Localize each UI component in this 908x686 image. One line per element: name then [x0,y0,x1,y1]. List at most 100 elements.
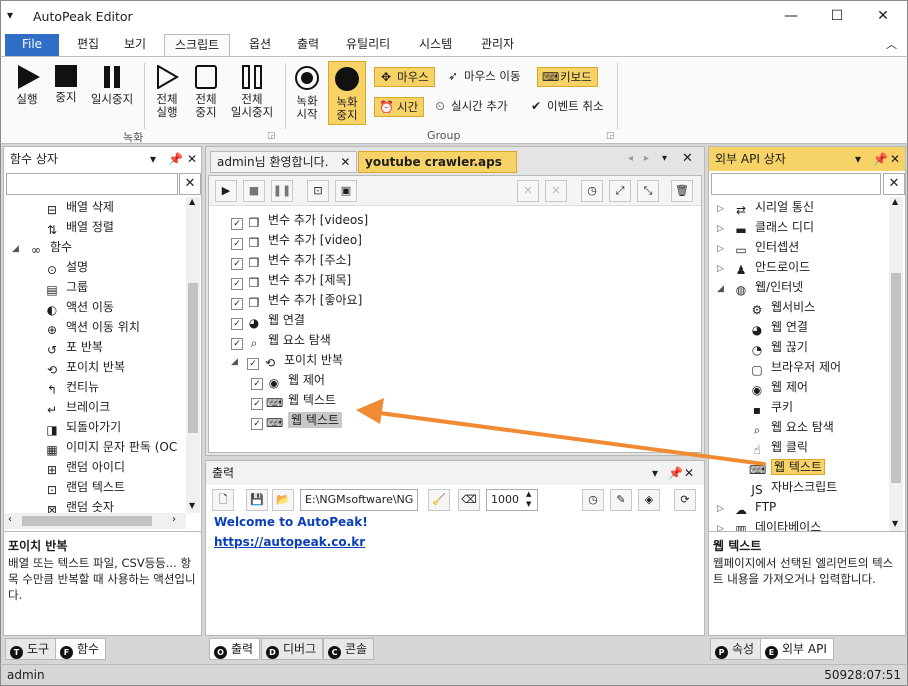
checkbox[interactable]: ✓ [231,218,243,230]
function-item[interactable]: ◨ 되돌아가기 [44,417,121,437]
api-item[interactable]: ⚙ 웹서비스 [749,297,816,317]
expander-icon[interactable]: ▷ [717,199,727,219]
checkbox[interactable]: ✓ [247,358,259,370]
clock-icon[interactable]: ◷ [582,489,604,511]
stop-all-button[interactable]: 전체 중지 [189,65,223,119]
mouse-chip[interactable]: ✥ 마우스 [374,67,435,87]
fill-icon[interactable]: ◈ [638,489,660,511]
tab-tools[interactable]: T 도구 [5,638,57,660]
stepper-arrows-icon[interactable]: ▲ ▼ [526,489,531,509]
script-step[interactable]: ✓ ⌨ 웹 텍스트 [251,390,336,410]
vertical-scrollbar[interactable]: ▲ ▼ [186,197,200,513]
script-step[interactable]: ✓ ❒ 변수 추가 [video] [231,230,362,250]
refresh-icon[interactable]: ⟳ [674,489,696,511]
horizontal-scrollbar[interactable]: ‹ › [4,513,186,529]
new-log-button[interactable]: 🗋 [212,489,234,511]
tab-debug[interactable]: D 디버그 [261,638,324,660]
tab-console[interactable]: C 콘솔 [323,638,375,660]
close-icon[interactable]: ✕ [684,461,694,485]
output-link[interactable]: https://autopeak.co.kr [214,535,365,549]
api-item[interactable]: ▷ ▬ 클래스 디디 [717,217,814,237]
function-item[interactable]: ↰ 컨티뉴 [44,377,99,397]
script-step[interactable]: ✓ ❒ 변수 추가 [좋아요] [231,290,362,310]
clean-icon[interactable]: 🧹 [428,489,450,511]
checkbox[interactable]: ✓ [231,278,243,290]
close-icon[interactable]: ✕ [890,147,900,171]
api-item[interactable]: JS 자바스크립트 [749,477,837,497]
pin-icon[interactable]: 📌 [873,147,888,171]
dropdown-icon[interactable]: ▾ [652,461,658,485]
stop-button[interactable]: 중지 [49,65,83,104]
checkbox[interactable]: ✓ [231,238,243,250]
scroll-tabs-left-icon[interactable]: ◂ [628,153,633,164]
chevron-up-icon[interactable]: ︿ [886,36,897,52]
close-icon[interactable]: ✕ [340,155,350,169]
function-item[interactable]: ▦ 이미지 문자 판독 (OC [44,437,177,457]
function-item[interactable]: ↵ 브레이크 [44,397,110,417]
function-item[interactable]: ⊠ 랜덤 숫자 [44,497,114,513]
function-item[interactable]: ↺ 포 반복 [44,337,103,357]
eraser-icon[interactable]: ⌫ [458,489,480,511]
function-item[interactable]: ⊡ 랜덤 텍스트 [44,477,125,497]
function-item[interactable]: ⊕ 액션 이동 위치 [44,317,140,337]
expand-icon[interactable]: ⤢ [609,180,631,202]
api-item[interactable]: ◔ 웹 끊기 [749,337,808,357]
dropdown-icon[interactable]: ▾ [855,147,861,171]
expander-icon[interactable]: ▷ [717,259,727,279]
dropdown-icon[interactable]: ▾ [150,147,156,171]
expander-icon[interactable]: ▷ [717,519,727,531]
disabled-button[interactable]: ✕ [545,180,567,202]
function-item[interactable]: ⊞ 랜덤 아이디 [44,457,125,477]
tab-output-log[interactable]: O 출력 [209,638,261,660]
script-step[interactable]: ✓ ⌕ 웹 요소 탐색 [231,330,331,350]
run-script-button[interactable]: ▶ [215,180,237,202]
function-item[interactable]: ⊟ 배열 삭제 [44,197,114,217]
step-run-button[interactable]: ⊡ [307,180,329,202]
script-step[interactable]: ✓ ◉ 웹 제어 [251,370,325,390]
brush-icon[interactable]: ✎ [610,489,632,511]
tab-edit[interactable]: 편집 [67,34,109,56]
tab-functions[interactable]: F 함수 [55,638,107,660]
close-icon[interactable]: ✕ [187,147,197,171]
close-icon[interactable]: ✕ [682,151,693,166]
script-step[interactable]: ✓ ❒ 변수 추가 [제목] [231,270,351,290]
tab-options[interactable]: 옵션 [239,34,281,56]
function-search-input[interactable] [6,173,178,195]
tab-script[interactable]: 스크립트 [164,34,231,56]
save-button[interactable]: 💾 [246,489,268,511]
pause-script-button[interactable]: ❚❚ [271,180,293,202]
api-item[interactable]: ⌨ 웹 텍스트 [749,457,825,477]
api-item[interactable]: ▢ 브라우저 제어 [749,357,841,377]
maximize-button[interactable]: ☐ [817,5,857,29]
tab-system[interactable]: 시스템 [409,34,462,56]
tab-properties[interactable]: P 속성 [710,638,762,660]
stop-script-button[interactable]: ■ [243,180,265,202]
scroll-right-icon[interactable]: › [172,514,176,525]
run-button[interactable]: 실행 [9,65,45,106]
api-item[interactable]: ▷ ☁ FTP [717,497,776,517]
time-chip[interactable]: ⏰ 시간 [374,97,425,117]
api-item[interactable]: ▷ ⇄ 시리얼 통신 [717,197,814,217]
tab-youtube-crawler[interactable]: youtube crawler.aps [358,151,517,173]
scroll-thumb[interactable] [22,516,152,526]
script-step[interactable]: ✓ ◕ 웹 연결 [231,310,305,330]
open-folder-button[interactable]: 📂 [272,489,294,511]
pin-icon[interactable]: 📌 [668,461,683,485]
mouse-move-chip[interactable]: ➶ 마우스 이동 [442,67,526,87]
checkbox[interactable]: ✓ [251,418,263,430]
window-menu-icon[interactable]: ▾ [7,8,13,22]
tab-external-api[interactable]: E 외부 API [760,638,834,660]
scroll-down-icon[interactable]: ▼ [189,501,195,510]
run-all-button[interactable]: 전체 실행 [149,65,185,119]
scroll-up-icon[interactable]: ▲ [189,197,195,206]
scroll-down-icon[interactable]: ▼ [892,519,898,528]
tab-list-icon[interactable]: ▾ [662,153,667,164]
pause-button[interactable]: 일시중지 [87,65,137,106]
record-stop-button[interactable]: 녹화 중지 [328,61,366,125]
checkbox[interactable]: ✓ [231,338,243,350]
scroll-up-icon[interactable]: ▲ [892,197,898,206]
dialog-launcher-icon[interactable]: ◲ [267,131,276,141]
api-search-input[interactable] [711,173,881,195]
function-item[interactable]: ⊙ 설명 [44,257,88,277]
api-item[interactable]: ☝ 웹 클릭 [749,437,808,457]
